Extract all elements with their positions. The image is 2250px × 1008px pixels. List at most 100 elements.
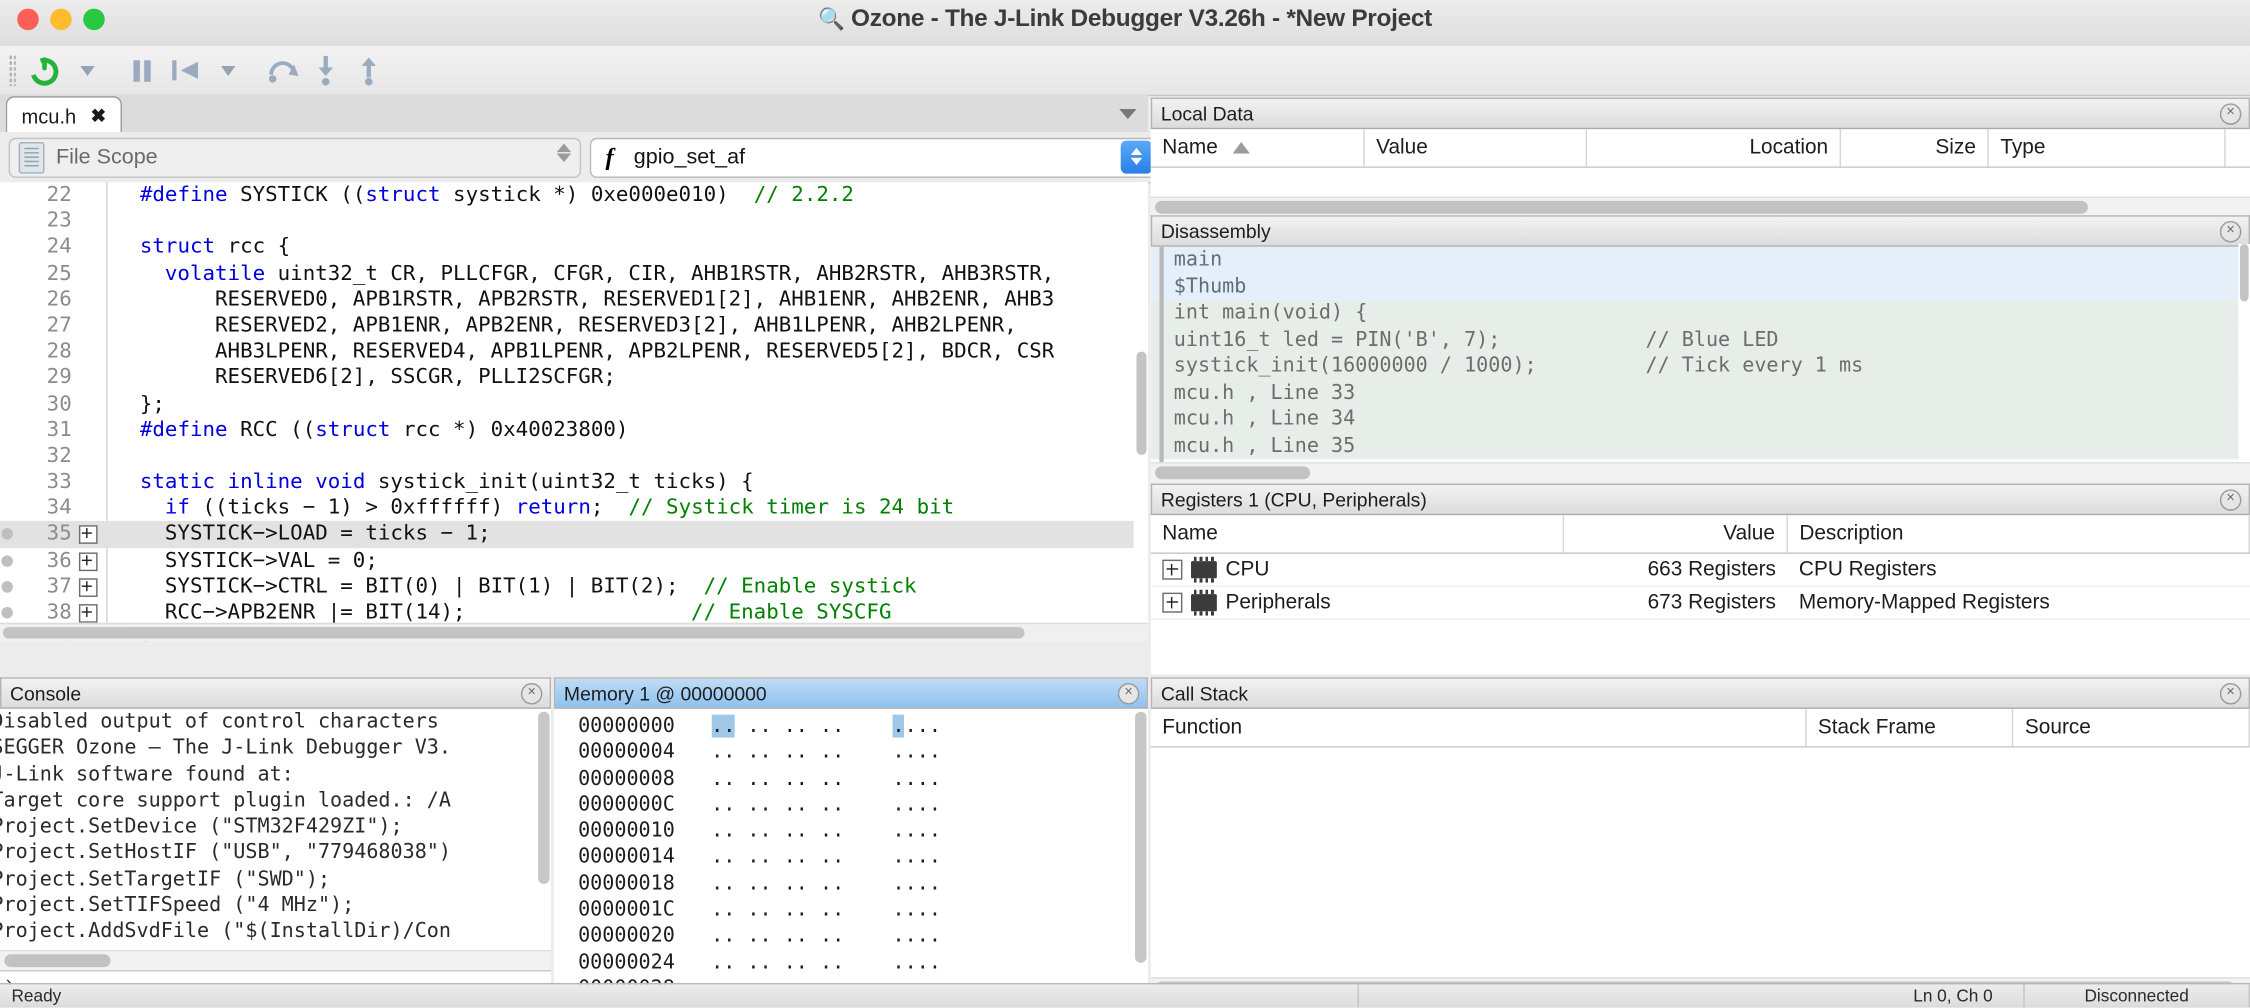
memory-ascii[interactable]: .... xyxy=(893,872,941,895)
code-line[interactable]: 22 #define SYSTICK ((struct systick *) 0… xyxy=(0,182,1148,208)
code-line[interactable]: 30 }; xyxy=(0,391,1148,417)
memory-hex[interactable]: .. .. .. .. xyxy=(711,767,844,790)
close-icon[interactable]: × xyxy=(2219,683,2242,705)
memory-ascii[interactable]: .... xyxy=(893,898,941,921)
disassembly-row[interactable]: uint16_t led = PIN('B', 7); // Blue LED xyxy=(1150,326,2250,353)
table-row[interactable]: Peripherals 673 Registers Memory-Mapped Re… xyxy=(1150,587,2250,620)
breakpoint-icon[interactable] xyxy=(1,580,13,593)
editor-vertical-scrollbar[interactable] xyxy=(1133,182,1148,625)
close-icon[interactable]: × xyxy=(2219,103,2242,125)
code-line[interactable]: 25 volatile uint32_t CR, PLLCFGR, CFGR, … xyxy=(0,261,1148,287)
table-row[interactable]: CPU 663 Registers CPU Registers xyxy=(1150,554,2250,587)
memory-hex[interactable]: .. .. .. .. xyxy=(711,846,844,869)
memory-hex[interactable]: .. .. .. .. xyxy=(711,714,844,738)
function-stepper-icon[interactable] xyxy=(1120,139,1153,173)
column-header-location[interactable]: Location xyxy=(1587,129,1842,167)
column-header-function[interactable]: Function xyxy=(1151,708,1807,747)
disassembly-row[interactable]: mcu.h , Line 34 xyxy=(1150,406,2250,433)
disassembly-row[interactable]: mcu.h , Line 33 xyxy=(1150,379,2250,407)
file-scope-select[interactable]: File Scope xyxy=(8,137,582,178)
console-output[interactable]: Disabled output of control characters SEG… xyxy=(0,708,552,950)
memory-hex[interactable]: .. .. .. .. xyxy=(711,820,844,843)
local-data-hscrollbar[interactable] xyxy=(1150,196,2250,217)
expand-icon[interactable] xyxy=(78,525,98,545)
column-header-source[interactable]: Source xyxy=(2013,708,2250,747)
call-stack-header[interactable]: Call Stack × xyxy=(1150,677,2250,709)
step-out-button[interactable] xyxy=(349,50,389,90)
expand-icon[interactable] xyxy=(78,578,98,597)
close-icon[interactable]: ✖ xyxy=(91,104,107,127)
close-icon[interactable]: × xyxy=(520,683,543,705)
local-data-rows[interactable] xyxy=(1150,167,2250,197)
disassembly-hscrollbar[interactable] xyxy=(1150,462,2250,483)
memory-hex[interactable]: .. .. .. .. xyxy=(711,951,844,974)
expand-icon[interactable] xyxy=(1162,559,1183,580)
disassembly-row[interactable]: int main(void) { xyxy=(1150,299,2250,327)
code-line[interactable]: 35 SYSTICK−>LOAD = ticks − 1; xyxy=(0,521,1148,548)
memory-row[interactable]: 0000001C .. .. .. .. .... xyxy=(554,897,1148,923)
memory-row[interactable]: 00000014 .. .. .. .. .... xyxy=(554,844,1148,870)
code-line[interactable]: 31 #define RCC ((struct rcc *) 0x4002380… xyxy=(0,417,1148,443)
disassembly-content[interactable]: main $Thumb int main(void) {uint16_t led =… xyxy=(1150,246,2250,463)
disassembly-hscroll-thumb[interactable] xyxy=(1155,466,1311,480)
code-line[interactable]: 27 RESERVED2, APB1ENR, APB2ENR, RESERVED… xyxy=(0,313,1148,339)
memory-row[interactable]: 00000020 .. .. .. .. .... xyxy=(554,923,1148,949)
step-over-button[interactable] xyxy=(263,50,303,90)
console-header[interactable]: Console × xyxy=(0,677,552,709)
close-icon[interactable]: × xyxy=(2219,489,2242,511)
memory-row[interactable]: 00000024 .. .. .. .. .... xyxy=(554,949,1148,975)
memory-row[interactable]: 00000004 .. .. .. .. .... xyxy=(554,739,1148,765)
memory-header[interactable]: Memory 1 @ 00000000 × xyxy=(553,677,1148,709)
column-header-description[interactable]: Description xyxy=(1788,515,2250,553)
memory-ascii[interactable]: .... xyxy=(893,925,941,948)
tab-overflow-icon[interactable] xyxy=(1119,109,1137,120)
memory-row[interactable]: 0000000C .. .. .. .. .... xyxy=(554,792,1148,818)
memory-row[interactable]: 00000018 .. .. .. .. .... xyxy=(554,871,1148,897)
memory-content[interactable]: 00000000 .. .. .. .. .... 00000004 .. ..… xyxy=(553,708,1148,1002)
disassembly-row[interactable]: systick_init(16000000 / 1000); // Tick e… xyxy=(1150,352,2250,380)
disassembly-header[interactable]: Disassembly × xyxy=(1150,215,2250,247)
pause-button[interactable] xyxy=(122,50,162,90)
column-header-stack-frame[interactable]: Stack Frame xyxy=(1806,708,2014,747)
memory-ascii[interactable]: .... xyxy=(893,846,941,869)
breakpoint-icon[interactable] xyxy=(1,606,13,619)
column-header-type[interactable]: Type xyxy=(1989,129,2226,167)
code-line[interactable]: 36 SYSTICK−>VAL = 0; xyxy=(0,548,1148,574)
console-hscrollbar[interactable] xyxy=(0,949,552,971)
memory-hex[interactable]: .. .. .. .. xyxy=(711,741,844,764)
memory-hex[interactable]: .. .. .. .. xyxy=(711,898,844,921)
disassembly-vscroll-thumb[interactable] xyxy=(2239,243,2249,302)
close-icon[interactable]: × xyxy=(1117,683,1140,705)
toolbar-drag-handle[interactable] xyxy=(8,54,16,87)
column-header-name[interactable]: Name xyxy=(1151,129,1365,167)
code-line[interactable]: 26 RESERVED0, APB1RSTR, APB2RSTR, RESERV… xyxy=(0,287,1148,313)
code-line[interactable]: 37 SYSTICK−>CTRL = BIT(0) | BIT(1) | BIT… xyxy=(0,574,1148,600)
step-into-button[interactable] xyxy=(306,50,346,90)
code-line[interactable]: 24 struct rcc { xyxy=(0,234,1148,260)
breakpoint-icon[interactable] xyxy=(1,554,13,567)
column-header-name[interactable]: Name xyxy=(1151,515,1565,553)
local-data-hscroll-thumb[interactable] xyxy=(1155,200,2088,214)
memory-row[interactable]: 00000000 .. .. .. .. .... xyxy=(554,713,1148,739)
stepper-icon[interactable] xyxy=(556,142,572,162)
call-stack-rows[interactable] xyxy=(1150,747,2250,978)
code-editor[interactable]: 22 #define SYSTICK ((struct systick *) 0… xyxy=(0,182,1148,642)
editor-hscroll-thumb[interactable] xyxy=(2,627,1025,639)
code-line[interactable]: 29 RESERVED6[2], SSCGR, PLLI2SCFGR; xyxy=(0,365,1148,391)
column-header-size[interactable]: Size xyxy=(1841,129,1989,167)
editor-horizontal-scrollbar[interactable] xyxy=(0,622,1148,642)
code-line[interactable]: 33 static inline void systick_init(uint3… xyxy=(0,469,1148,495)
reset-button[interactable] xyxy=(165,50,205,90)
expand-icon[interactable] xyxy=(78,551,98,571)
tab-mcu-h[interactable]: mcu.h ✖ xyxy=(5,96,123,134)
column-header-value[interactable]: Value xyxy=(1565,515,1788,553)
memory-hex[interactable]: .. .. .. .. xyxy=(711,793,844,816)
disassembly-row[interactable]: $Thumb xyxy=(1150,273,2250,300)
code-line[interactable]: 34 if ((ticks − 1) > 0xffffff) return; /… xyxy=(0,495,1148,521)
column-header-value[interactable]: Value xyxy=(1365,129,1588,167)
memory-hex[interactable]: .. .. .. .. xyxy=(711,872,844,895)
code-line[interactable]: 28 AHB3LPENR, RESERVED4, APB1LPENR, APB2… xyxy=(0,339,1148,365)
local-data-header[interactable]: Local Data × xyxy=(1150,97,2250,130)
memory-ascii[interactable]: .... xyxy=(893,767,941,790)
memory-ascii[interactable]: .... xyxy=(893,793,941,816)
